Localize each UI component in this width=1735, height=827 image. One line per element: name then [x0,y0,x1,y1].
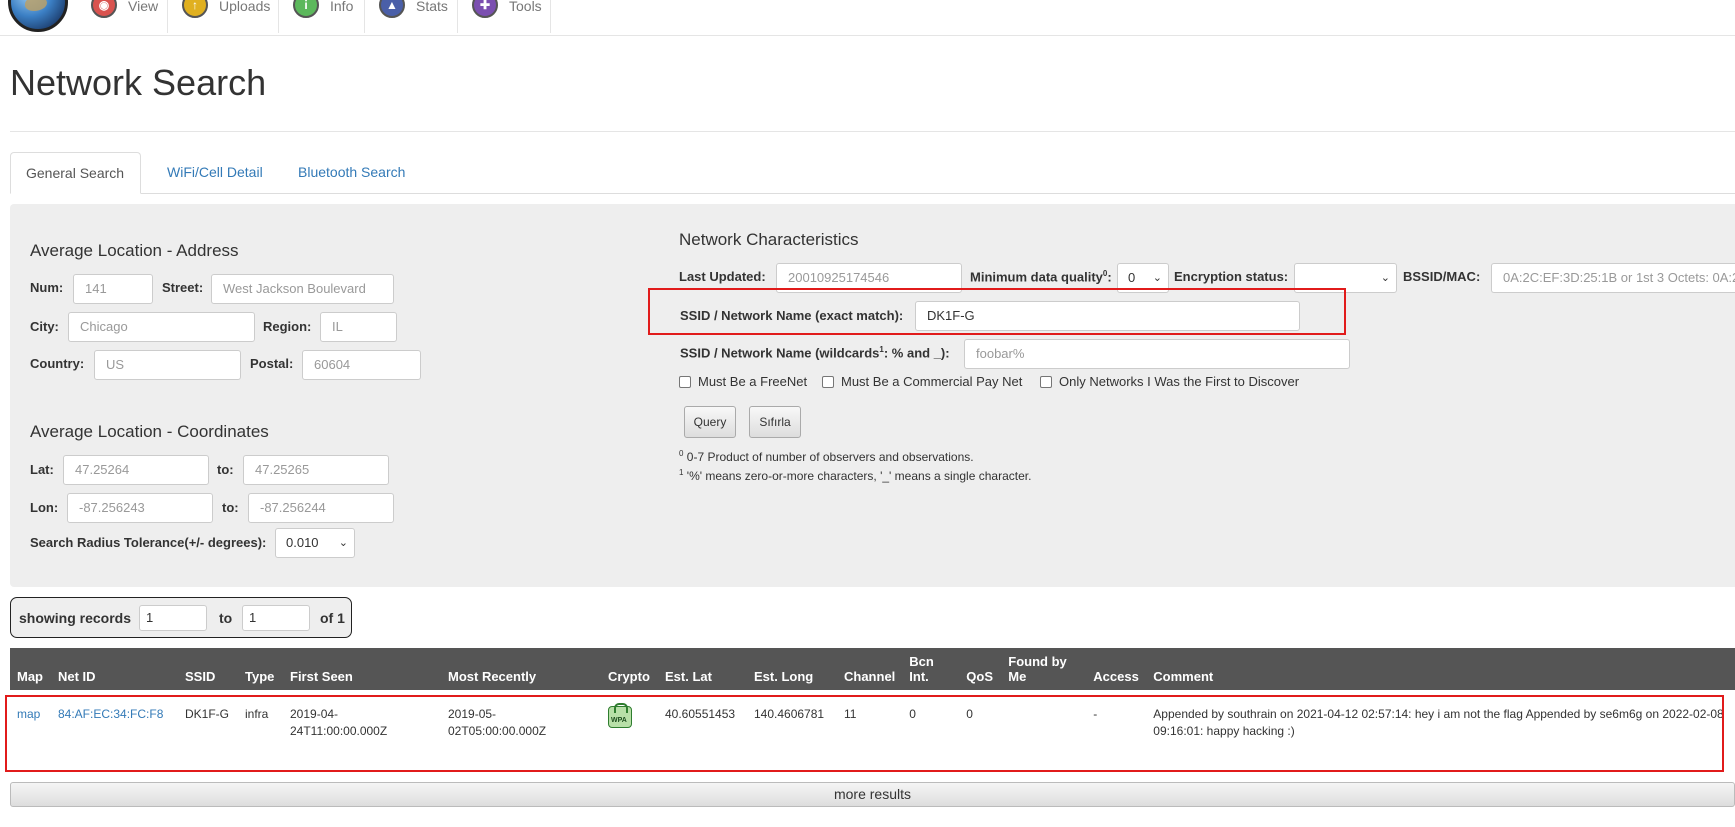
ssid-highlight-box [648,288,1346,335]
network-section-title: Network Characteristics [679,230,859,249]
nav-stats[interactable]: ▲ Stats [365,0,458,33]
postal-input[interactable]: 60604 [302,350,421,380]
city-input[interactable]: Chicago [68,312,255,342]
col-most-recently[interactable]: Most Recently [441,648,601,690]
ssid-wildcard-input[interactable]: foobar% [964,339,1350,369]
more-results-button[interactable]: more results [10,782,1735,807]
records-total: of 1 [320,610,345,626]
checkbox-box[interactable] [1040,375,1052,388]
records-from-input[interactable]: 1 [139,605,207,631]
checkbox-box[interactable] [679,375,691,388]
result-row-highlight-box [5,695,1724,772]
col-type[interactable]: Type [238,648,283,690]
radius-select[interactable]: 0.010 ⌄ [275,528,355,558]
nav-view-label: View [128,0,159,14]
commercial-checkbox[interactable]: Must Be a Commercial Pay Net [822,374,1022,389]
nav-info-label: Info [330,0,354,14]
col-est-lat[interactable]: Est. Lat [658,648,747,690]
street-input[interactable]: West Jackson Boulevard [211,274,394,304]
globe-logo-icon[interactable] [8,0,68,32]
col-ssid[interactable]: SSID [178,648,238,690]
postal-label: Postal: [250,356,294,371]
address-section-title: Average Location - Address [30,241,239,260]
view-icon: ◉ [91,0,117,18]
commercial-label: Must Be a Commercial Pay Net [841,374,1023,389]
street-label: Street: [162,280,204,295]
footnote-quality: 0 0-7 Product of number of observers and… [679,449,974,464]
query-button[interactable]: Query [684,406,736,438]
region-label: Region: [263,319,312,334]
num-label: Num: [30,280,64,295]
nav-info[interactable]: i Info [279,0,365,33]
country-input[interactable]: US [94,350,241,380]
radius-select-value: 0.010 [286,535,319,550]
col-access[interactable]: Access [1086,648,1146,690]
col-net-id[interactable]: Net ID [51,648,178,690]
reset-button[interactable]: Sıfırla [749,406,801,438]
nav-tools-label: Tools [509,0,542,14]
bssid-input[interactable]: 0A:2C:EF:3D:25:1B or 1st 3 Octets: 0A:2C… [1491,263,1735,293]
lat-to-input[interactable]: 47.25265 [243,455,389,485]
region-input[interactable]: IL [320,312,397,342]
city-label: City: [30,319,59,334]
lat-label: Lat: [30,462,54,477]
first-discover-label: Only Networks I Was the First to Discove… [1059,374,1300,389]
col-bcn-int[interactable]: Bcn Int. [902,648,959,690]
country-label: Country: [30,356,85,371]
freenet-checkbox[interactable]: Must Be a FreeNet [679,374,807,389]
chevron-down-icon: ⌄ [338,537,348,549]
freenet-label: Must Be a FreeNet [698,374,808,389]
lon-from-input[interactable]: -87.256243 [67,493,213,523]
min-quality-value: 0 [1128,270,1136,285]
nav-tools[interactable]: ✚ Tools [458,0,551,33]
stats-icon: ▲ [379,0,405,18]
info-icon: i [293,0,319,18]
chevron-down-icon: ⌄ [1380,272,1390,284]
tools-icon: ✚ [472,0,498,18]
search-tabs: General Search WiFi/Cell Detail Bluetoot… [10,152,1735,194]
col-map[interactable]: Map [10,648,51,690]
records-to-input[interactable]: 1 [242,605,310,631]
nav-view[interactable]: ◉ View [77,0,168,33]
radius-label: Search Radius Tolerance(+/- degrees): [30,535,267,550]
lon-to-label: to: [222,500,239,515]
nav-uploads[interactable]: ↑ Uploads [168,0,279,33]
table-header-row: Map Net ID SSID Type First Seen Most Rec… [10,648,1735,690]
last-updated-label: Last Updated: [679,269,766,284]
lon-label: Lon: [30,500,59,515]
search-form-panel: Average Location - Address Num: 141 Stre… [10,204,1735,587]
divider [10,131,1735,132]
col-channel[interactable]: Channel [837,648,902,690]
col-comment[interactable]: Comment [1146,648,1735,690]
lat-to-label: to: [217,462,234,477]
tab-wifi-cell-detail[interactable]: WiFi/Cell Detail [152,152,278,193]
col-crypto[interactable]: Crypto [601,648,658,690]
col-first-seen[interactable]: First Seen [283,648,441,690]
col-est-long[interactable]: Est. Long [747,648,837,690]
ssid-wildcard-label: SSID / Network Name (wildcards1: % and _… [680,345,950,361]
num-input[interactable]: 141 [73,274,153,304]
checkbox-box[interactable] [822,375,834,388]
nav-stats-label: Stats [416,0,448,14]
page-title: Network Search [10,62,267,103]
upload-icon: ↑ [182,0,208,18]
top-navbar: ◉ View ↑ Uploads i Info ▲ Stats ✚ Tools [0,0,1735,36]
lat-from-input[interactable]: 47.25264 [63,455,209,485]
col-qos[interactable]: QoS [959,648,1001,690]
records-showing-label: showing records [19,610,132,626]
bssid-label: BSSID/MAC: [1403,269,1481,284]
records-counter: showing records 1 to 1 of 1 [10,597,352,638]
lon-to-input[interactable]: -87.256244 [248,493,394,523]
encryption-label: Encryption status: [1174,269,1289,284]
records-to-label: to [219,610,233,626]
first-discover-checkbox[interactable]: Only Networks I Was the First to Discove… [1040,374,1299,389]
nav-uploads-label: Uploads [219,0,271,14]
min-quality-label: Minimum data quality0: [970,269,1112,285]
col-found-by-me[interactable]: Found by Me [1001,648,1086,690]
tab-general-search[interactable]: General Search [10,152,141,194]
footnote-wildcards: 1 '%' means zero-or-more characters, '_'… [679,468,1032,483]
coordinates-section-title: Average Location - Coordinates [30,422,269,441]
tab-bluetooth-search[interactable]: Bluetooth Search [283,152,420,193]
